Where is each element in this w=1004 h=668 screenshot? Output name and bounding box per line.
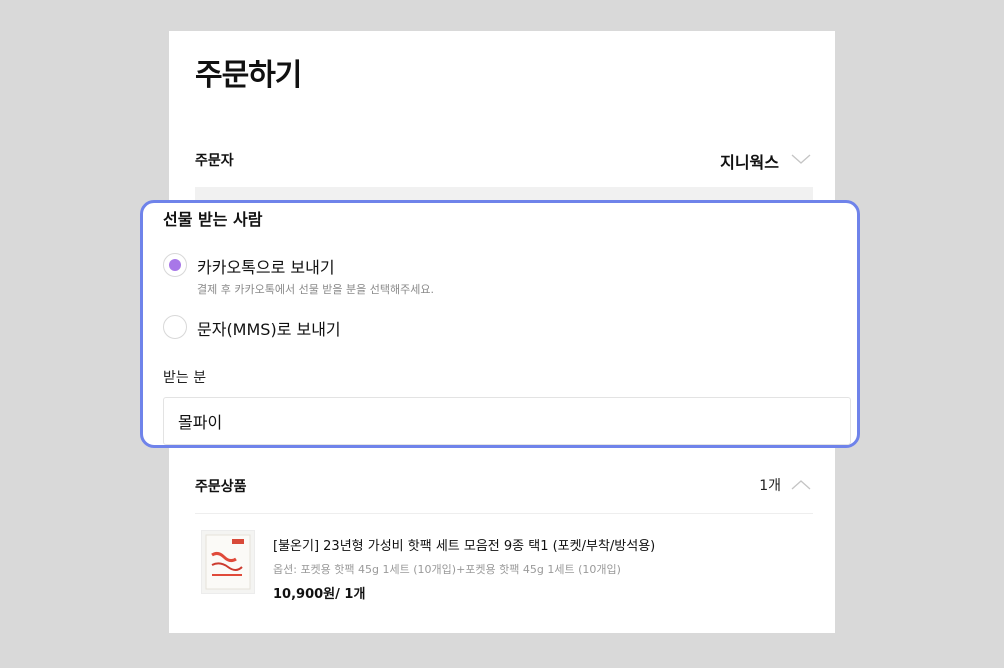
product-option: 옵션: 포켓용 핫팩 45g 1세트 (10개입)+포켓용 핫팩 45g 1세트… [273,563,621,576]
product-name: [불온기] 23년형 가성비 핫팩 세트 모음전 9종 택1 (포켓/부착/방석… [273,539,656,554]
chevron-down-icon[interactable] [791,152,811,166]
recipient-name-input[interactable] [163,397,851,445]
kakao-option-label[interactable]: 카카오톡으로 보내기 [197,254,335,278]
products-label: 주문상품 [195,479,247,495]
mms-option-label[interactable]: 문자(MMS)로 보내기 [197,316,341,340]
radio-selected-dot [169,259,181,271]
products-count: 1개 [759,478,781,494]
product-price: 10,900원/ 1개 [273,587,366,602]
recipient-section-title: 선물 받는 사람 [163,210,263,229]
page-title: 주문하기 [195,58,302,93]
recipient-name-label: 받는 분 [163,370,207,386]
chevron-up-icon[interactable] [791,478,811,492]
hotpack-image [205,534,251,590]
products-divider [195,513,813,514]
products-row[interactable]: 주문상품 1개 [195,474,813,498]
mms-radio[interactable] [163,315,187,339]
kakao-radio[interactable] [163,253,187,277]
kakao-option-description: 결제 후 카카오톡에서 선물 받을 분을 선택해주세요. [197,283,434,296]
orderer-label: 주문자 [195,153,234,169]
orderer-value: 지니웍스 [720,153,779,172]
orderer-row[interactable]: 주문자 지니웍스 [195,148,813,172]
product-thumbnail [201,530,255,594]
section-divider [195,187,813,201]
